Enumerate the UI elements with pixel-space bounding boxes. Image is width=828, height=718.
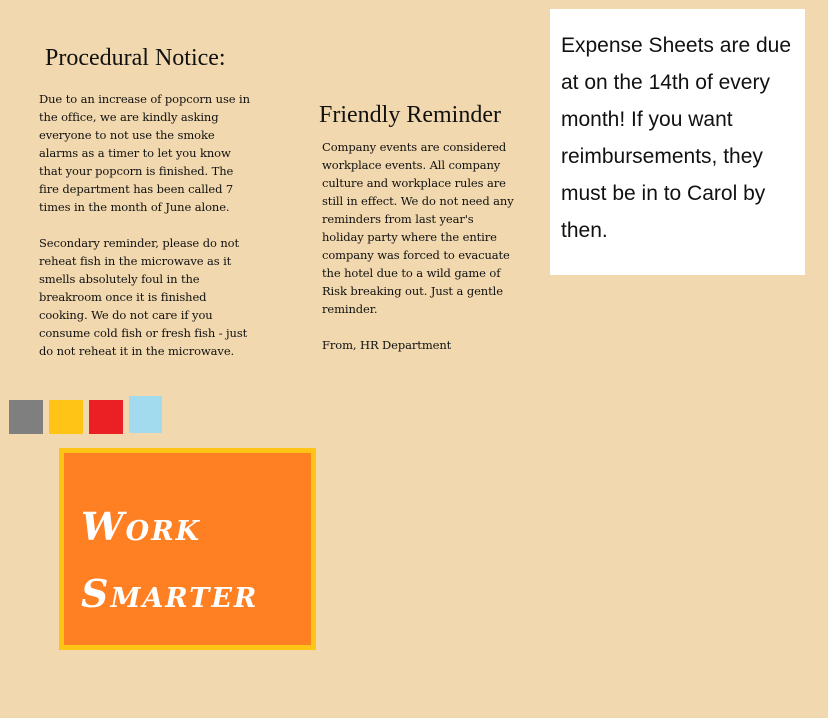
yellow-swatch: [49, 400, 83, 434]
poster-text-smarter: Smarter: [81, 571, 259, 616]
color-swatches: [9, 396, 168, 434]
expense-sheets-text: Expense Sheets are due at on the 14th of…: [561, 34, 791, 242]
notice-paragraph-popcorn: Due to an increase of popcorn use in the…: [39, 92, 250, 214]
notice-paragraph-fish: Secondary reminder, please do not reheat…: [39, 236, 248, 358]
procedural-notice-title: Procedural Notice:: [45, 45, 226, 71]
work-smarter-poster: Work Smarter: [59, 448, 316, 650]
gray-swatch: [9, 400, 43, 434]
friendly-reminder-signature: From, HR Department: [322, 338, 452, 352]
friendly-reminder-body: Company events are considered workplace …: [322, 140, 514, 316]
red-swatch: [89, 400, 123, 434]
poster-text-work: Work: [81, 504, 202, 549]
friendly-reminder-title: Friendly Reminder: [319, 102, 501, 128]
friendly-reminder: Friendly Reminder Company events are con…: [319, 101, 521, 354]
procedural-notice: Procedural Notice: Due to an increase of…: [39, 44, 257, 360]
expense-sheets-card: Expense Sheets are due at on the 14th of…: [550, 9, 805, 275]
light-blue-swatch: [129, 396, 162, 433]
